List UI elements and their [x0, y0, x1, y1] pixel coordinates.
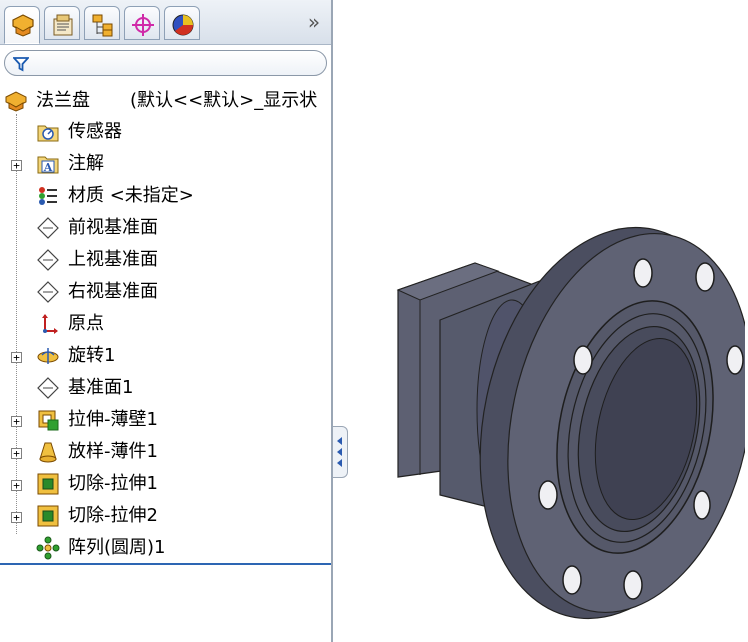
- tree-item-top-plane[interactable]: 上视基准面: [36, 245, 326, 275]
- sensor-folder-icon: [37, 125, 59, 142]
- origin-icon: [42, 314, 58, 334]
- tab-property-manager[interactable]: [44, 6, 80, 40]
- feature-tree: 法兰盘 (默认<<默认>_显示状 传感器 + A 注解 材质 <未指定> 前视基…: [0, 84, 331, 564]
- tab-feature-manager[interactable]: [4, 6, 40, 44]
- tree-item-label: 拉伸-薄壁1: [68, 409, 158, 430]
- extrude-thin-icon: [38, 410, 59, 431]
- collapse-arrows-icon: [337, 437, 342, 467]
- tree-item-cut-extrude1[interactable]: 切除-拉伸1: [36, 469, 326, 499]
- tree-item-front-plane[interactable]: 前视基准面: [36, 213, 326, 243]
- tree-item-cut-extrude2[interactable]: 切除-拉伸2: [36, 501, 326, 531]
- plane-icon: [37, 377, 59, 399]
- panel-collapse-handle[interactable]: [333, 426, 348, 478]
- cut-extrude-icon: [37, 473, 59, 495]
- expand-toggle-revolve1[interactable]: +: [11, 352, 22, 363]
- tree-item-circular-pattern1[interactable]: 阵列(圆周)1: [36, 533, 326, 563]
- property-manager-icon: [53, 14, 73, 36]
- tree-item-loft-thin1[interactable]: 放样-薄件1: [36, 437, 326, 467]
- tree-item-annotations[interactable]: A 注解: [36, 149, 326, 179]
- expand-toggle-loft-thin1[interactable]: +: [11, 448, 22, 459]
- svg-text:A: A: [43, 161, 53, 174]
- plane-icon: [37, 281, 59, 303]
- tree-item-label: 右视基准面: [68, 281, 158, 302]
- tree-item-plane1[interactable]: 基准面1: [36, 373, 326, 403]
- tree-filter-field[interactable]: [4, 50, 327, 76]
- tree-item-label: 放样-薄件1: [68, 441, 158, 462]
- tree-item-sensors[interactable]: 传感器: [36, 117, 326, 147]
- tree-item-label: 旋转1: [68, 345, 116, 366]
- part-name: 法兰盘: [36, 90, 90, 111]
- material-icon: [39, 187, 57, 205]
- tree-item-revolve1[interactable]: 旋转1: [36, 341, 326, 371]
- tree-item-label: 原点: [68, 313, 104, 334]
- feature-manager-panel: » 法兰盘 (默认<<默认>_显示状 传感器 + A 注解 材质 <未指定> 前…: [0, 0, 333, 642]
- tab-dimxpert-manager[interactable]: [124, 6, 160, 40]
- tree-item-label: 上视基准面: [68, 249, 158, 270]
- feature-manager-icon: [12, 14, 34, 37]
- part-configuration: (默认<<默认>_显示状: [130, 90, 318, 111]
- manager-tabs-bar: »: [0, 0, 331, 45]
- tabs-more-chevron[interactable]: »: [302, 10, 326, 34]
- expand-toggle-extrude-thin1[interactable]: +: [11, 416, 22, 427]
- expand-toggle-annotations[interactable]: +: [11, 160, 22, 171]
- configuration-manager-icon: [92, 14, 113, 37]
- tree-item-label: 切除-拉伸2: [68, 505, 158, 526]
- dimxpert-crosshair-icon: [132, 14, 154, 36]
- tab-configuration-manager[interactable]: [84, 6, 120, 40]
- tree-item-origin[interactable]: 原点: [36, 309, 326, 339]
- tree-item-material[interactable]: 材质 <未指定>: [36, 181, 326, 211]
- expand-toggle-cut-extrude2[interactable]: +: [11, 512, 22, 523]
- tree-item-label: 阵列(圆周)1: [68, 537, 166, 558]
- tree-connector: [16, 114, 17, 534]
- circular-pattern-icon: [36, 536, 60, 560]
- display-manager-icon: [172, 14, 194, 36]
- tree-item-label: 基准面1: [68, 377, 134, 398]
- tree-item-label: 注解: [68, 153, 104, 174]
- plane-icon: [37, 249, 59, 271]
- rollback-bar[interactable]: [0, 563, 331, 565]
- tree-item-label: 传感器: [68, 121, 122, 142]
- tree-item-right-plane[interactable]: 右视基准面: [36, 277, 326, 307]
- tree-item-label: 前视基准面: [68, 217, 158, 238]
- tree-item-label: 材质 <未指定>: [68, 185, 194, 206]
- loft-thin-icon: [39, 442, 57, 463]
- plane-icon: [37, 217, 59, 239]
- tab-display-manager[interactable]: [164, 6, 200, 40]
- filter-funnel-icon[interactable]: [13, 56, 29, 72]
- part-icon: [5, 91, 27, 112]
- tree-item-extrude-thin1[interactable]: 拉伸-薄壁1: [36, 405, 326, 435]
- revolve-icon: [37, 348, 59, 364]
- cut-extrude-icon: [37, 505, 59, 527]
- annotation-icon: A: [37, 156, 59, 174]
- expand-toggle-cut-extrude1[interactable]: +: [11, 480, 22, 491]
- flange-3d-model[interactable]: [380, 205, 745, 635]
- tree-item-label: 切除-拉伸1: [68, 473, 158, 494]
- tree-root-part[interactable]: 法兰盘 (默认<<默认>_显示状: [4, 86, 331, 116]
